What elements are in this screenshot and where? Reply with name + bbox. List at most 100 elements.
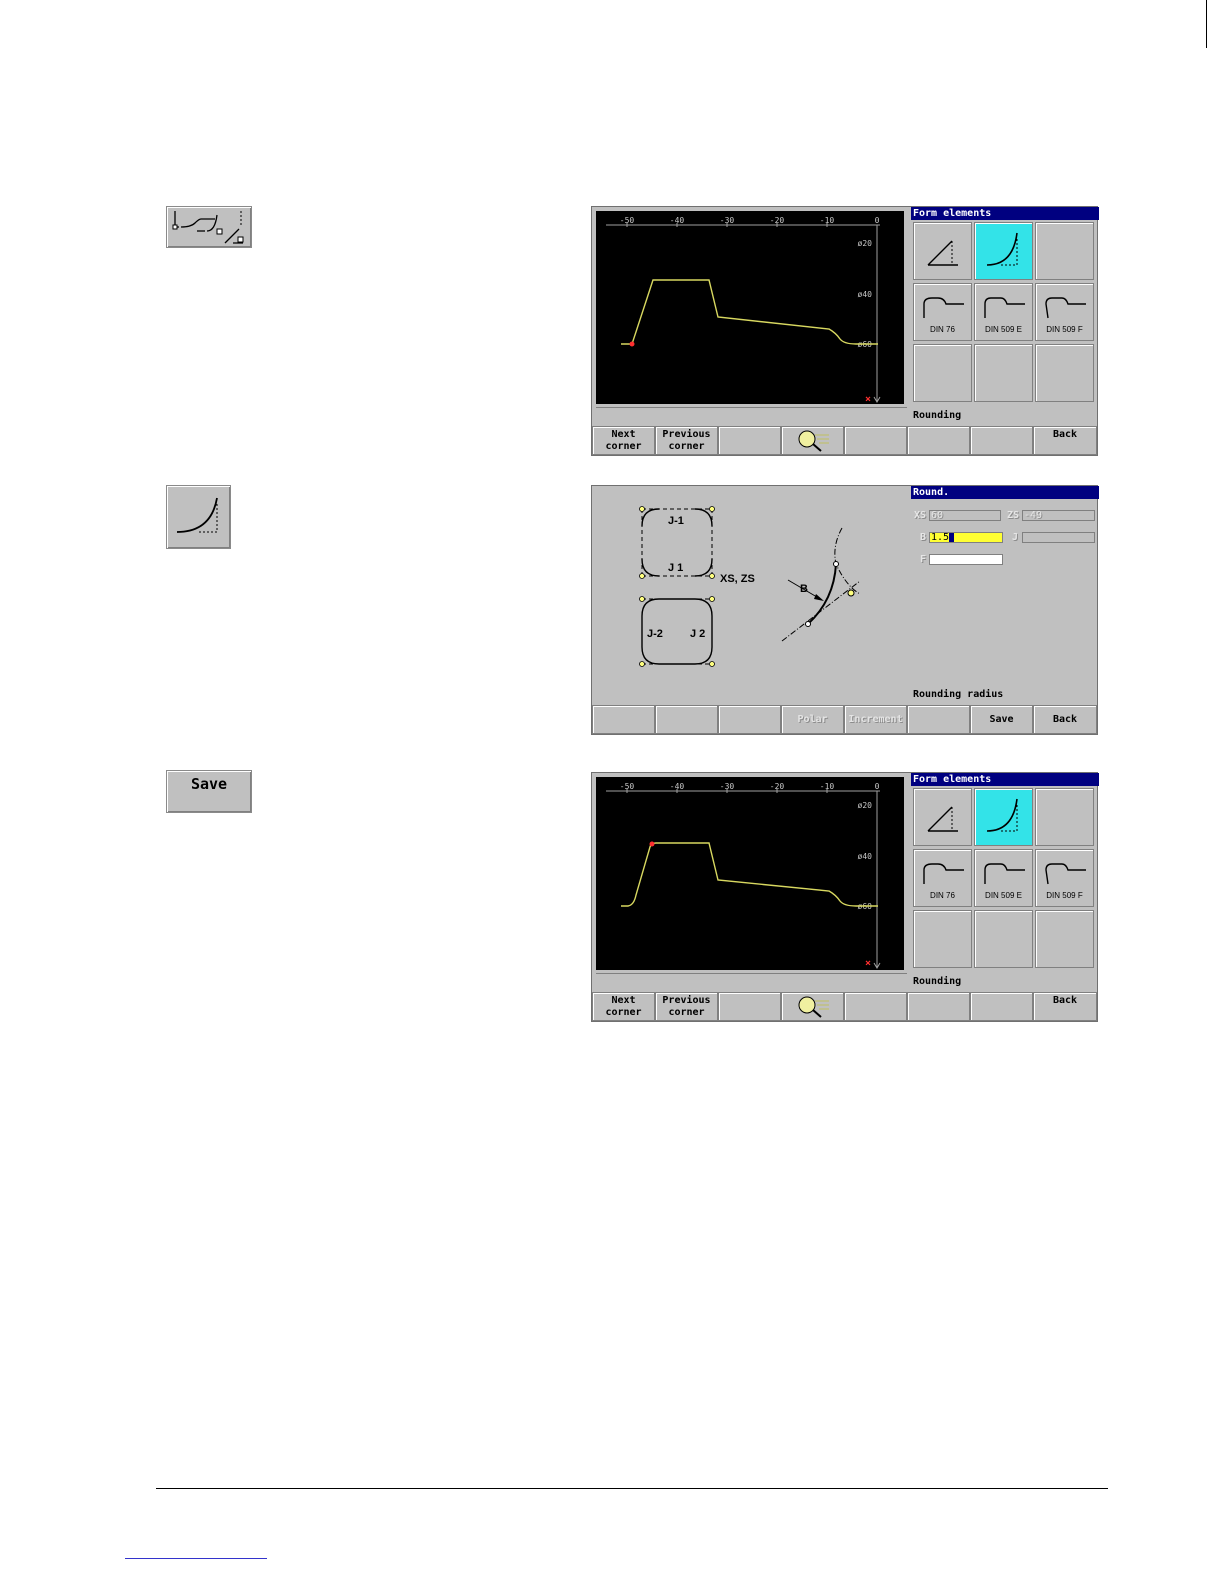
rounding-key[interactable] bbox=[166, 485, 231, 549]
zoom-magnifier-icon bbox=[798, 996, 829, 1018]
control-screen-round-input: J-1 J 1 J-2 J 2 XS, ZS B Round. XS 60 ZS… bbox=[591, 485, 1099, 735]
cell-label: DIN 76 bbox=[930, 891, 955, 900]
rounding-icon bbox=[986, 798, 1018, 832]
y-tick: ø40 bbox=[858, 852, 873, 861]
empty-softkey[interactable] bbox=[907, 426, 970, 455]
empty-softkey[interactable] bbox=[970, 426, 1033, 455]
round-input-panel: Round. XS 60 ZS -49 B 1.5 J F Rounding r… bbox=[911, 486, 1099, 704]
current-corner-marker bbox=[649, 841, 655, 847]
footer-link-underline bbox=[125, 1558, 267, 1559]
form-elements-panel: Form elements DIN 76 DIN 509 E DIN 509 F bbox=[911, 773, 1099, 991]
panel-status: Rounding bbox=[913, 410, 962, 421]
empty-softkey[interactable] bbox=[718, 426, 781, 455]
back-softkey[interactable]: Back bbox=[1033, 705, 1097, 734]
zs-label: ZS bbox=[1007, 510, 1020, 521]
f-field[interactable] bbox=[929, 554, 1003, 565]
empty-slot bbox=[913, 910, 972, 968]
figure-label: J-2 bbox=[647, 628, 663, 640]
rounding-icon bbox=[176, 497, 218, 533]
panel-status: Rounding radius bbox=[913, 689, 1004, 700]
cell-label: DIN 76 bbox=[930, 325, 955, 334]
din509f-element-button[interactable]: DIN 509 F bbox=[1035, 849, 1094, 907]
empty-softkey[interactable] bbox=[844, 992, 907, 1021]
current-corner-marker bbox=[629, 341, 635, 347]
cell-label: DIN 509 E bbox=[985, 891, 1022, 900]
page-margin-rule bbox=[1206, 0, 1207, 48]
undercut-din76-icon bbox=[923, 297, 964, 318]
cell-label: DIN 509 F bbox=[1046, 325, 1083, 334]
footer-rule bbox=[156, 1488, 1108, 1489]
chamfer-element-button[interactable] bbox=[913, 222, 972, 280]
empty-softkey[interactable] bbox=[844, 426, 907, 455]
back-softkey[interactable]: Back bbox=[1033, 426, 1097, 455]
panel-status: Rounding bbox=[913, 976, 962, 987]
figure-label: J 2 bbox=[690, 628, 705, 640]
empty-softkey[interactable] bbox=[655, 705, 718, 734]
next-corner-softkey[interactable]: Next corner bbox=[592, 992, 655, 1021]
back-softkey[interactable]: Back bbox=[1033, 992, 1097, 1021]
b-field[interactable]: 1.5 bbox=[929, 532, 1003, 543]
control-screen-form-elements-saved: -50 -40 -30 -20 -10 0 ø20 ø40 ø60 × Form… bbox=[591, 772, 1099, 1022]
chamfer-icon bbox=[927, 240, 958, 266]
svg-text:×: × bbox=[865, 958, 871, 969]
softkey-bar: Next corner Previous corner Back bbox=[592, 426, 1097, 455]
save-softkey[interactable]: Save bbox=[970, 705, 1033, 734]
panel-title: Round. bbox=[911, 486, 1099, 499]
increment-softkey[interactable]: Increment bbox=[844, 705, 907, 734]
previous-corner-softkey[interactable]: Previous corner bbox=[655, 426, 718, 455]
din76-element-button[interactable]: DIN 76 bbox=[913, 283, 972, 341]
empty-softkey[interactable] bbox=[718, 705, 781, 734]
zoom-magnifier-icon bbox=[798, 430, 829, 452]
cell-label: DIN 509 E bbox=[985, 325, 1022, 334]
softkey-bar: Next corner Previous corner Back bbox=[592, 992, 1097, 1021]
empty-slot bbox=[1035, 344, 1094, 402]
y-tick: ø20 bbox=[858, 239, 873, 248]
undercut-din509f-icon bbox=[1045, 863, 1086, 885]
cell-label: DIN 509 F bbox=[1046, 891, 1083, 900]
previous-corner-softkey[interactable]: Previous corner bbox=[655, 992, 718, 1021]
empty-softkey[interactable] bbox=[907, 705, 970, 734]
svg-text:×: × bbox=[865, 394, 871, 404]
save-key[interactable]: Save bbox=[166, 770, 252, 813]
panel-title: Form elements bbox=[911, 207, 1099, 220]
din76-element-button[interactable]: DIN 76 bbox=[913, 849, 972, 907]
figure-label: XS, ZS bbox=[720, 573, 755, 585]
empty-softkey[interactable] bbox=[970, 992, 1033, 1021]
undercut-din76-icon bbox=[923, 863, 964, 884]
empty-softkey[interactable] bbox=[592, 705, 655, 734]
rounding-help-figure: J-1 J 1 J-2 J 2 XS, ZS B bbox=[592, 486, 910, 704]
y-tick: ø40 bbox=[858, 290, 873, 299]
j-field[interactable] bbox=[1022, 532, 1095, 543]
contour-graphic: -50 -40 -30 -20 -10 0 ø20 ø40 ø60 × bbox=[596, 777, 904, 970]
empty-slot bbox=[913, 344, 972, 402]
rounding-icon bbox=[986, 232, 1018, 266]
next-corner-softkey[interactable]: Next corner bbox=[592, 426, 655, 455]
contour-form-elements-key[interactable] bbox=[166, 206, 252, 248]
panel-title: Form elements bbox=[911, 773, 1099, 786]
empty-slot bbox=[1035, 222, 1094, 280]
xs-field[interactable]: 60 bbox=[929, 510, 1001, 521]
contour-form-elements-icon bbox=[172, 211, 244, 244]
din509e-element-button[interactable]: DIN 509 E bbox=[974, 283, 1033, 341]
rounding-element-button[interactable] bbox=[974, 788, 1033, 846]
undercut-din509f-icon bbox=[1045, 297, 1086, 319]
control-screen-form-elements: -50 -40 -30 -20 -10 0 ø20 ø40 ø60 × Form… bbox=[591, 206, 1099, 456]
f-label: F bbox=[920, 554, 927, 565]
chamfer-element-button[interactable] bbox=[913, 788, 972, 846]
polar-softkey[interactable]: Polar bbox=[781, 705, 844, 734]
rounding-element-button[interactable] bbox=[974, 222, 1033, 280]
zs-field[interactable]: -49 bbox=[1022, 510, 1095, 521]
xs-label: XS bbox=[914, 510, 927, 521]
zoom-softkey[interactable] bbox=[781, 992, 844, 1021]
empty-softkey[interactable] bbox=[907, 992, 970, 1021]
x-tick: 0 bbox=[875, 782, 880, 791]
chamfer-icon bbox=[927, 806, 958, 832]
contour-line bbox=[621, 279, 878, 345]
zoom-softkey[interactable] bbox=[781, 426, 844, 455]
empty-softkey[interactable] bbox=[718, 992, 781, 1021]
graphic-status-bar bbox=[596, 407, 907, 424]
din509f-element-button[interactable]: DIN 509 F bbox=[1035, 283, 1094, 341]
din509e-element-button[interactable]: DIN 509 E bbox=[974, 849, 1033, 907]
y-tick: ø20 bbox=[858, 801, 873, 810]
form-elements-panel: Form elements DIN 76 DIN 509 E DIN 509 F bbox=[911, 207, 1099, 425]
